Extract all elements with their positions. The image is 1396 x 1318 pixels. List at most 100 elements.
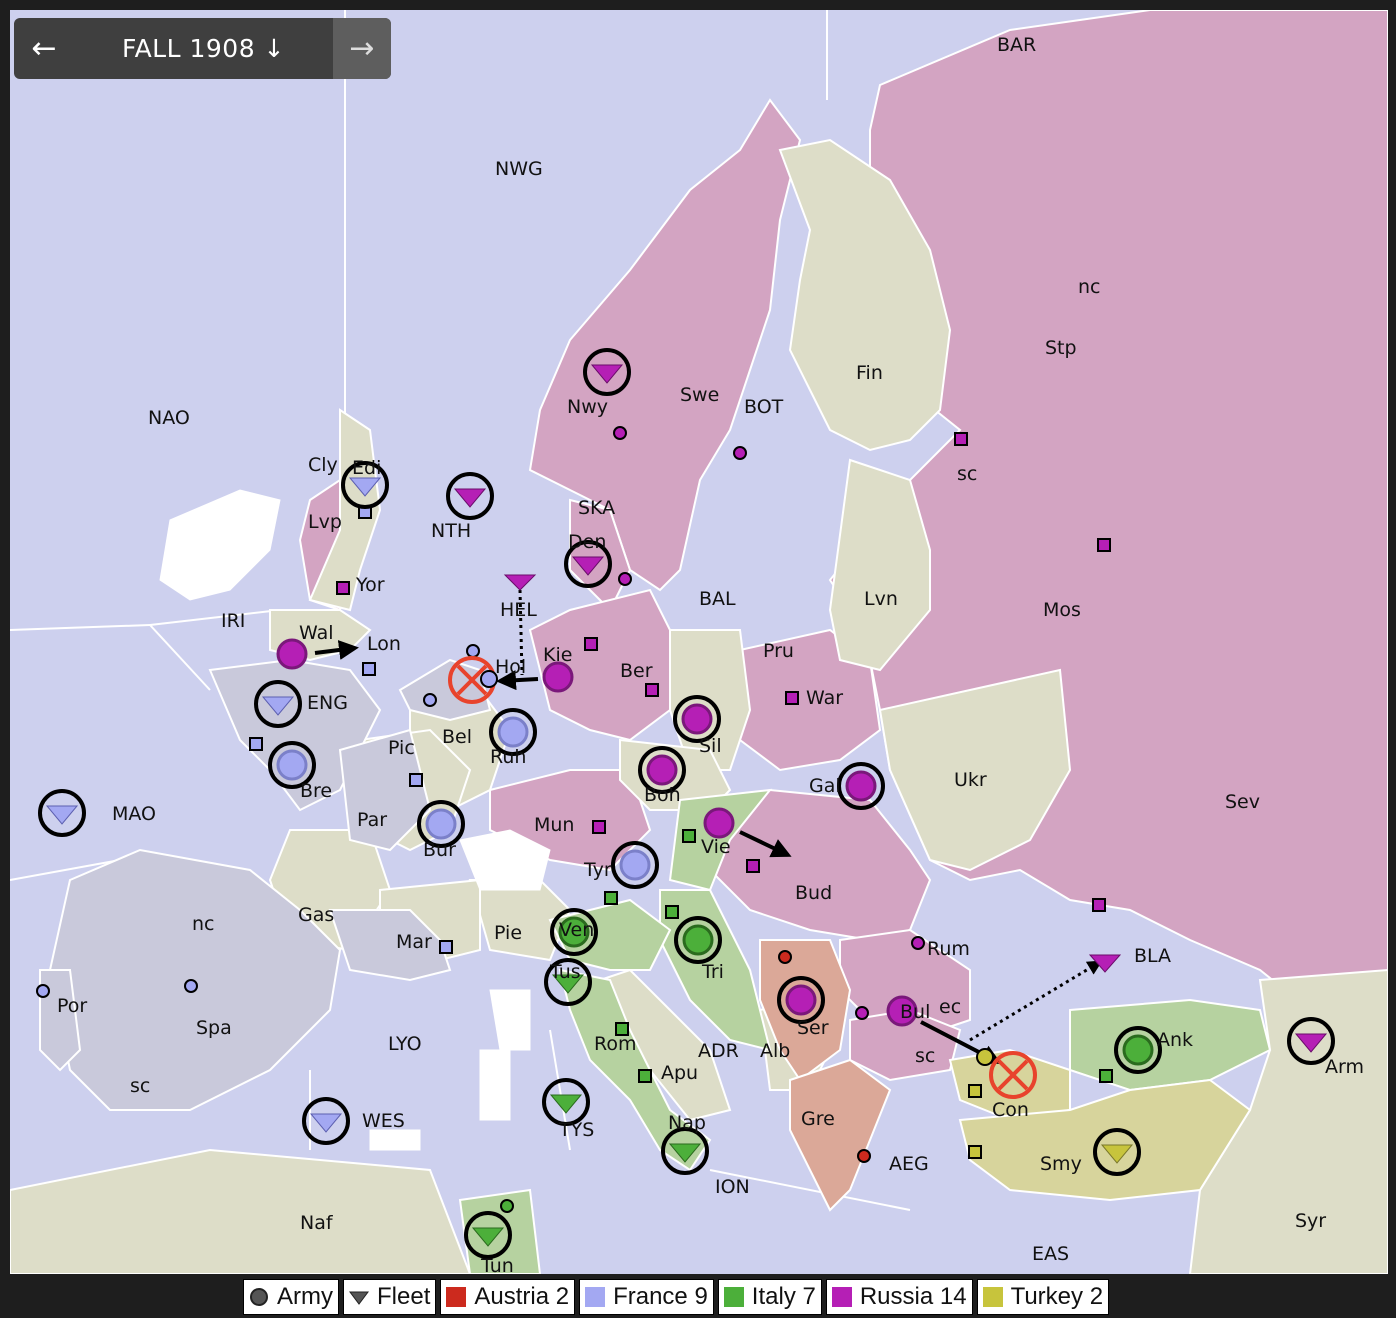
svg-text:Ank: Ank — [1157, 1029, 1193, 1051]
svg-text:Syr: Syr — [1295, 1210, 1326, 1232]
svg-text:sc: sc — [915, 1045, 935, 1067]
turkey-swatch — [982, 1287, 1003, 1307]
svg-text:Stp: Stp — [1045, 337, 1077, 359]
army-tri[interactable] — [674, 916, 722, 964]
army-vie[interactable] — [703, 807, 735, 839]
svg-text:Rum: Rum — [927, 938, 970, 960]
svg-text:Tus: Tus — [549, 961, 581, 983]
svg-text:ION: ION — [715, 1176, 750, 1198]
phase-title[interactable]: FALL 1908 ↓ — [74, 34, 333, 63]
svg-text:Tri: Tri — [701, 961, 724, 983]
svg-text:Arm: Arm — [1325, 1056, 1364, 1078]
svg-text:Smy: Smy — [1040, 1153, 1082, 1175]
svg-text:AEG: AEG — [889, 1153, 929, 1175]
next-phase-button[interactable]: → — [333, 18, 391, 79]
svg-text:Gal: Gal — [809, 775, 841, 797]
russia-swatch — [831, 1287, 852, 1307]
svg-text:Pic: Pic — [388, 737, 415, 759]
svg-text:ENG: ENG — [307, 692, 348, 714]
svg-text:Boh: Boh — [644, 784, 681, 806]
svg-text:nc: nc — [1078, 276, 1101, 298]
svg-text:Wal: Wal — [299, 622, 334, 644]
france-swatch — [585, 1287, 606, 1307]
svg-text:Ukr: Ukr — [954, 769, 987, 791]
svg-text:HEL: HEL — [500, 599, 537, 621]
svg-text:Tyr: Tyr — [583, 859, 612, 881]
svg-text:Kie: Kie — [543, 644, 572, 666]
svg-text:BAR: BAR — [997, 34, 1036, 56]
arrow-right-icon: → — [349, 31, 375, 66]
svg-text:Sil: Sil — [699, 735, 722, 757]
svg-text:Bur: Bur — [423, 839, 456, 861]
svg-text:Bud: Bud — [795, 882, 832, 904]
svg-text:SKA: SKA — [578, 497, 615, 519]
army-gal[interactable] — [837, 762, 885, 810]
army-tyr[interactable] — [611, 841, 659, 889]
legend: Army Fleet Austria 2 France 9 Italy 7 Ru… — [243, 1279, 1110, 1315]
svg-text:NWG: NWG — [495, 158, 543, 180]
svg-text:Vie: Vie — [701, 836, 731, 858]
svg-text:nc: nc — [192, 913, 215, 935]
army-kie[interactable] — [542, 661, 574, 693]
svg-text:Por: Por — [57, 995, 87, 1017]
svg-text:War: War — [806, 687, 843, 709]
army-ank[interactable] — [1114, 1026, 1162, 1074]
svg-text:Bre: Bre — [300, 780, 332, 802]
svg-text:Den: Den — [568, 531, 606, 553]
svg-text:sc: sc — [130, 1075, 150, 1097]
svg-text:Mos: Mos — [1043, 599, 1081, 621]
legend-russia: Russia 14 — [825, 1279, 973, 1315]
svg-text:Lvn: Lvn — [864, 588, 898, 610]
svg-text:Naf: Naf — [300, 1212, 334, 1234]
svg-text:Bul: Bul — [900, 1001, 930, 1023]
svg-text:BAL: BAL — [699, 588, 736, 610]
svg-text:Cly: Cly — [308, 454, 338, 476]
svg-text:Gre: Gre — [801, 1108, 835, 1130]
svg-text:Tun: Tun — [480, 1255, 514, 1274]
svg-text:Lvp: Lvp — [308, 511, 342, 533]
svg-text:Pru: Pru — [763, 640, 794, 662]
svg-text:Swe: Swe — [680, 384, 719, 406]
svg-text:Gas: Gas — [298, 904, 334, 926]
svg-text:IRI: IRI — [221, 610, 245, 632]
svg-text:Ruh: Ruh — [490, 746, 526, 768]
svg-text:Nwy: Nwy — [567, 396, 608, 418]
svg-text:TYS: TYS — [558, 1119, 594, 1141]
svg-text:Lon: Lon — [367, 633, 401, 655]
legend-turkey: Turkey 2 — [976, 1279, 1110, 1315]
svg-text:Rom: Rom — [594, 1033, 636, 1055]
svg-text:MAO: MAO — [112, 803, 156, 825]
previous-phase-button[interactable]: ← — [14, 31, 74, 66]
svg-text:Ven: Ven — [559, 919, 594, 941]
svg-text:Ser: Ser — [797, 1017, 829, 1039]
arrow-left-icon: ← — [31, 31, 57, 66]
svg-text:LYO: LYO — [388, 1033, 422, 1055]
legend-army: Army — [243, 1279, 339, 1315]
svg-text:Spa: Spa — [196, 1017, 232, 1039]
svg-text:Pie: Pie — [494, 922, 522, 944]
svg-text:Con: Con — [992, 1099, 1029, 1121]
army-ser[interactable] — [777, 976, 825, 1024]
legend-austria: Austria 2 — [440, 1279, 576, 1315]
svg-text:Fin: Fin — [856, 362, 883, 384]
legend-fleet: Fleet — [343, 1279, 437, 1315]
svg-text:Mun: Mun — [534, 814, 574, 836]
svg-text:Par: Par — [357, 809, 387, 831]
svg-text:Edi: Edi — [352, 457, 381, 479]
fleet-icon — [349, 1291, 369, 1305]
svg-text:Apu: Apu — [661, 1062, 698, 1084]
svg-text:ec: ec — [939, 996, 961, 1018]
austria-swatch — [446, 1287, 467, 1307]
diplomacy-map[interactable]: BAR NWG NAO nc Stp Fin Swe BOT Nwy sc Cl… — [10, 10, 1388, 1274]
svg-text:Bel: Bel — [442, 726, 472, 748]
svg-text:ADR: ADR — [698, 1040, 739, 1062]
svg-text:BLA: BLA — [1134, 945, 1171, 967]
svg-text:Nap: Nap — [668, 1112, 706, 1134]
svg-text:Alb: Alb — [760, 1040, 790, 1062]
svg-text:NTH: NTH — [431, 520, 471, 542]
svg-text:sc: sc — [957, 463, 977, 485]
army-wal[interactable] — [276, 638, 308, 670]
italy-swatch — [723, 1287, 744, 1307]
svg-text:Sev: Sev — [1225, 791, 1260, 813]
svg-text:WES: WES — [362, 1110, 405, 1132]
